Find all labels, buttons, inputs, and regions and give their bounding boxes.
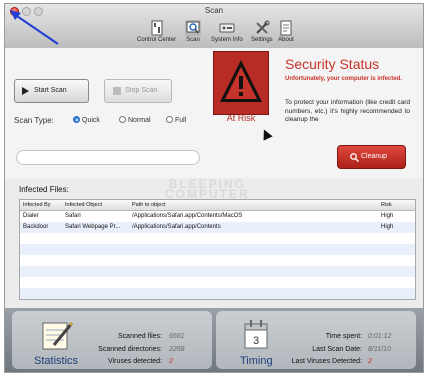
annotation-arrow-icon — [10, 10, 59, 45]
